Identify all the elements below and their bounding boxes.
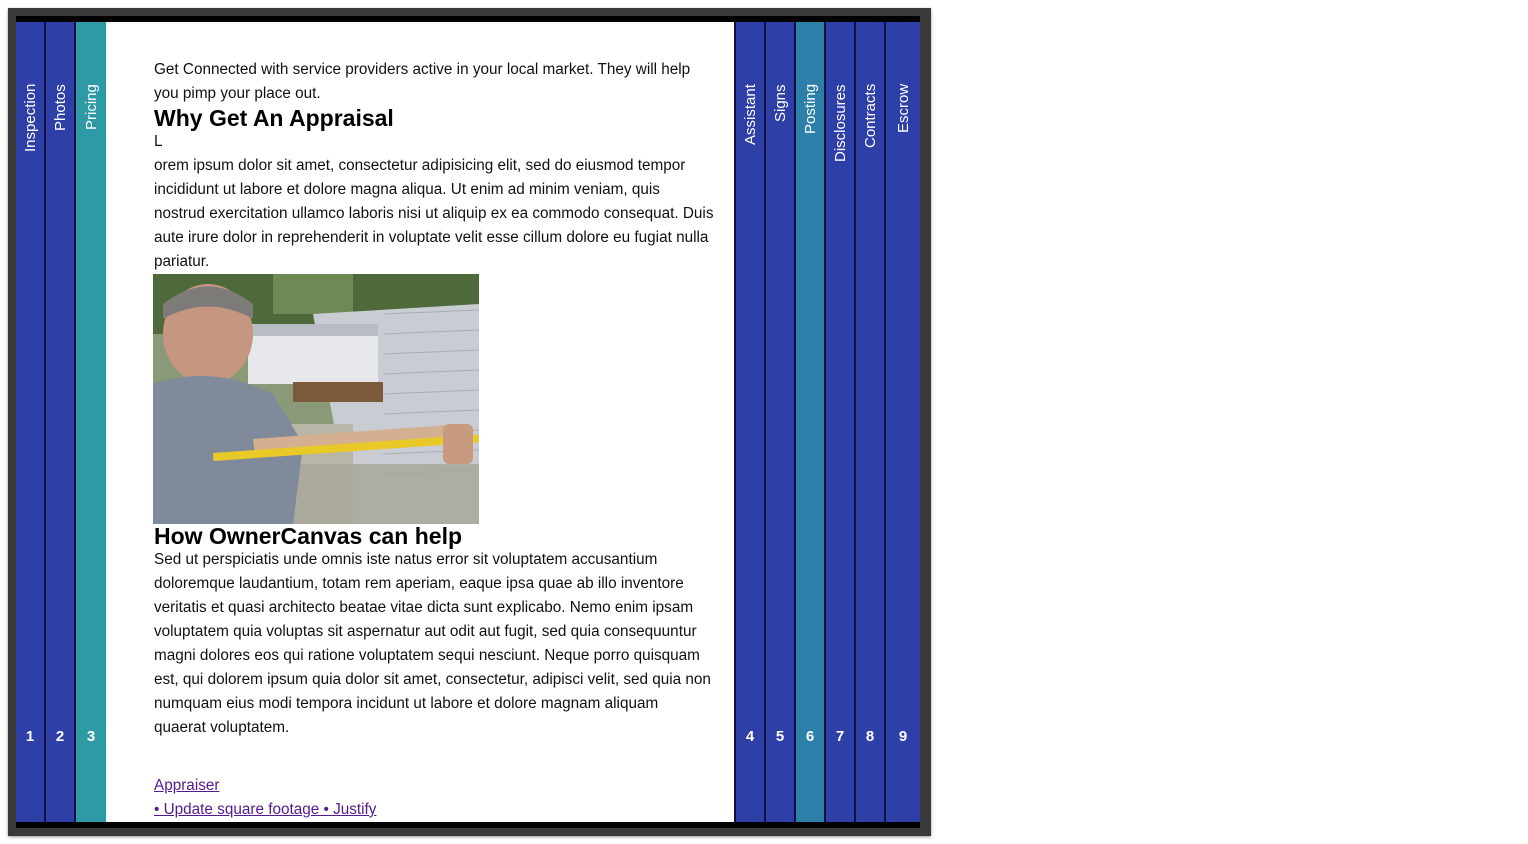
tab-label: Photos <box>52 84 69 131</box>
tab-inspection[interactable]: Inspection 1 <box>16 22 46 822</box>
tab-signs[interactable]: Signs 5 <box>764 22 794 822</box>
tab-label: Assistant <box>742 84 759 145</box>
article: Get Connected with service providers act… <box>153 58 714 822</box>
heading-why-appraisal: Why Get An Appraisal <box>154 105 394 131</box>
tab-disclosures[interactable]: Disclosures 7 <box>824 22 854 822</box>
link-list: Appraiser • Update square footage • Just… <box>154 774 714 822</box>
tab-label: Contracts <box>862 83 879 148</box>
tab-label: Escrow <box>895 83 912 133</box>
appraiser-photo <box>153 274 479 524</box>
tab-number: 6 <box>805 728 815 745</box>
tab-number: 3 <box>86 728 96 745</box>
bottom-border <box>16 822 920 828</box>
tab-posting[interactable]: Posting 6 <box>794 22 824 822</box>
tab-label: Signs <box>772 84 789 122</box>
appraiser-link[interactable]: Appraiser <box>154 774 714 798</box>
tab-label: Disclosures <box>832 84 849 162</box>
tab-photos[interactable]: Photos 2 <box>46 22 76 822</box>
update-footage-link[interactable]: • Update square footage • Justify <box>154 798 714 822</box>
tab-contracts[interactable]: Contracts 8 <box>854 22 884 822</box>
accordion-container: Inspection 1 Photos 2 Pricing 3 Get Conn… <box>16 22 920 822</box>
tab-label: Pricing <box>83 84 100 130</box>
tab-number: 7 <box>835 728 845 745</box>
drop-cap: L <box>154 133 163 150</box>
tab-label: Inspection <box>22 83 39 152</box>
tab-assistant[interactable]: Assistant 4 <box>734 22 764 822</box>
tab-label: Posting <box>802 83 819 134</box>
paragraph-1: orem ipsum dolor sit amet, consectetur a… <box>154 157 714 270</box>
tab-number: 2 <box>55 728 65 745</box>
tab-number: 8 <box>865 728 875 745</box>
paragraph-2: Sed ut perspiciatis unde omnis iste natu… <box>154 551 711 736</box>
intro-text: Get Connected with service providers act… <box>154 61 691 102</box>
heading-how-help: How OwnerCanvas can help <box>154 523 463 549</box>
tab-pricing[interactable]: Pricing 3 <box>76 22 106 822</box>
content-panel: Get Connected with service providers act… <box>107 22 734 822</box>
tab-number: 1 <box>25 728 35 745</box>
tab-number: 4 <box>745 728 755 745</box>
tab-number: 5 <box>775 728 785 745</box>
tab-number: 9 <box>898 728 908 745</box>
tab-escrow[interactable]: Escrow 9 <box>884 22 920 822</box>
